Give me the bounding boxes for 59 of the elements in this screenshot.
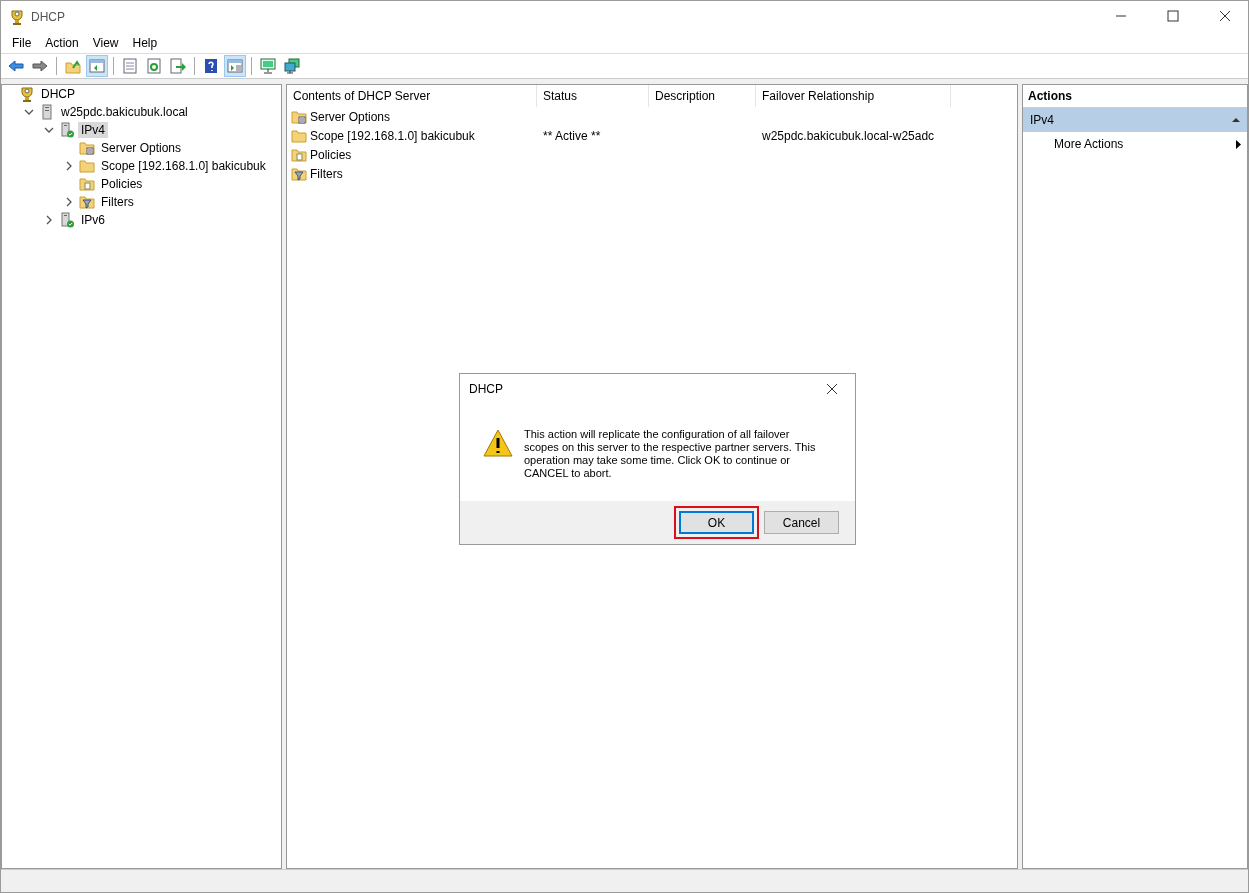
options-icon <box>291 108 307 125</box>
table-cell[interactable]: Server Options <box>310 109 391 124</box>
policies-icon <box>291 146 307 163</box>
policies-icon <box>79 176 95 192</box>
monitors-icon <box>284 58 300 74</box>
folder-icon <box>79 158 95 174</box>
table-cell[interactable]: Scope [192.168.1.0] bakicubuk <box>310 128 475 143</box>
dialog-button[interactable]: Cancel <box>764 511 839 534</box>
properties-icon <box>122 58 138 74</box>
tree-item[interactable]: DHCP <box>38 86 78 102</box>
dialog-title: DHCP <box>469 382 503 396</box>
column-header[interactable]: Failover Relationship <box>756 85 951 107</box>
ipserver-icon <box>59 122 75 138</box>
menu-item[interactable]: Action <box>38 33 86 52</box>
submenu-caret-icon <box>1236 139 1241 149</box>
folder-icon <box>291 127 307 144</box>
tree-item[interactable]: Scope [192.168.1.0] bakicubuk <box>98 158 269 174</box>
filters-icon <box>79 194 95 210</box>
tree-item[interactable]: Server Options <box>98 140 185 156</box>
window-title: DHCP <box>31 9 66 24</box>
app-icon <box>9 8 25 25</box>
table-cell: w25pdc.bakicubuk.local-w25adc <box>762 128 935 143</box>
dialog-message: This action will replicate the configuration of all failover scopes on this server to the respective partner servers. This operation may take some time. Click OK to continue or CANCEL to abort. <box>524 428 816 481</box>
table-cell[interactable]: Filters <box>310 166 343 181</box>
export-icon <box>170 58 186 74</box>
collapse-caret-icon[interactable] <box>1232 117 1240 123</box>
column-header[interactable]: Description <box>649 85 756 107</box>
ipserver-icon <box>59 212 75 228</box>
warning-icon <box>482 428 514 458</box>
monitor-icon <box>260 58 276 74</box>
tree-item[interactable]: Policies <box>98 176 146 192</box>
menu-item[interactable]: Help <box>125 33 165 52</box>
up-icon <box>65 58 81 74</box>
actions-section-header[interactable]: IPv4 <box>1023 108 1247 132</box>
table-cell: ** Active ** <box>543 128 601 143</box>
export-toolbar-button[interactable] <box>167 55 189 77</box>
tree-toolbar-button[interactable] <box>86 55 108 77</box>
filters-icon <box>291 165 307 182</box>
server-icon <box>39 104 55 120</box>
tree-icon <box>89 58 105 74</box>
monitor-toolbar-button[interactable] <box>257 55 279 77</box>
column-header[interactable]: Status <box>537 85 649 107</box>
tree-item[interactable]: IPv6 <box>78 212 108 228</box>
help-icon <box>203 58 219 74</box>
forward-icon <box>32 58 48 74</box>
actionpane-icon <box>227 58 243 74</box>
action-link[interactable]: More Actions <box>1054 137 1124 151</box>
options-icon <box>79 140 95 156</box>
refresh-icon <box>146 58 162 74</box>
monitors-toolbar-button[interactable] <box>281 55 303 77</box>
menu-item[interactable]: File <box>5 33 39 52</box>
tree-item[interactable]: Filters <box>98 194 137 210</box>
menu-item[interactable]: View <box>85 33 126 52</box>
table-cell[interactable]: Policies <box>310 147 352 162</box>
column-header[interactable]: Contents of DHCP Server <box>287 85 537 107</box>
tree-item[interactable]: IPv4 <box>78 122 108 138</box>
tree-item[interactable]: w25pdc.bakicubuk.local <box>58 104 191 120</box>
back-icon <box>8 58 24 74</box>
dialog-button[interactable]: OK <box>679 511 754 534</box>
